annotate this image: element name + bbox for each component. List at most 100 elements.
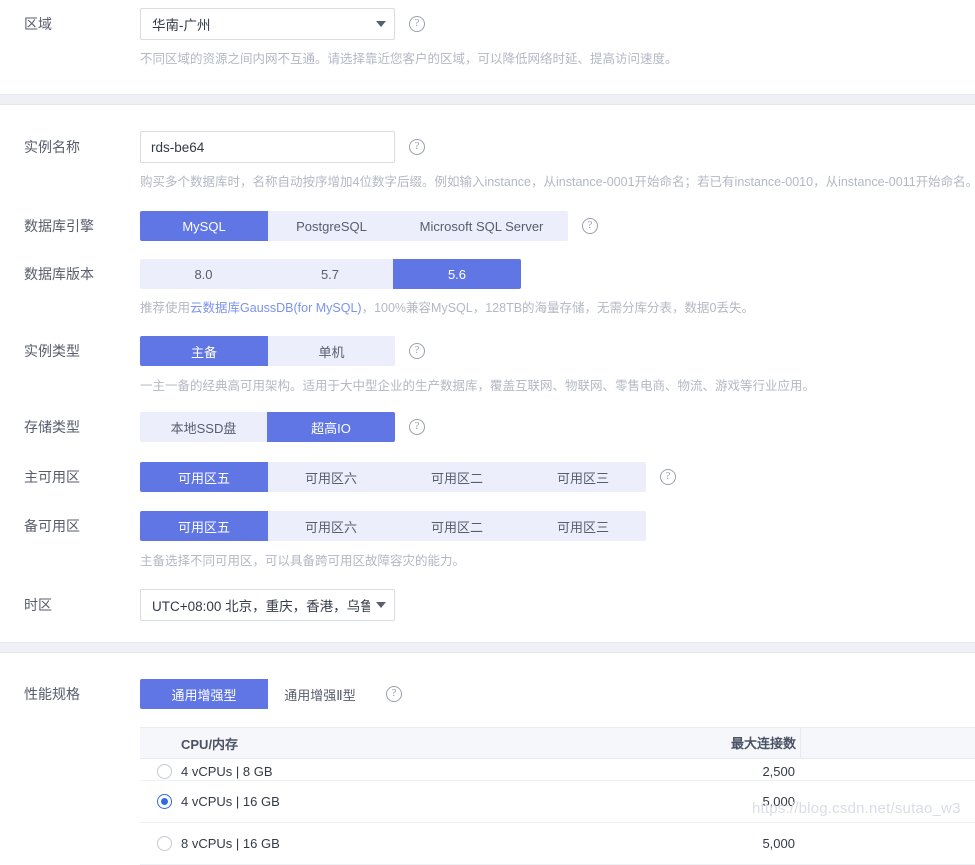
gaussdb-link[interactable]: 云数据库GaussDB(for MySQL) (190, 301, 362, 315)
instance-type-option-primary-standby[interactable]: 主备 (140, 336, 268, 366)
db-engine-option-postgresql[interactable]: PostgreSQL (268, 211, 395, 241)
storage-type-option-local-ssd[interactable]: 本地SSD盘 (140, 412, 267, 442)
db-engine-label: 数据库引擎 (24, 218, 94, 234)
spec-cpu-memory-text: 8 vCPUs | 16 GB (181, 836, 280, 851)
table-row[interactable]: 4 vCPUs | 8 GB 2,500 (140, 759, 975, 781)
spec-table-header: CPU/内存 最大连接数 (140, 728, 975, 759)
performance-option-general-enhanced[interactable]: 通用增强型 (140, 679, 268, 709)
db-version-hint: 推荐使用云数据库GaussDB(for MySQL)，100%兼容MySQL，1… (0, 300, 975, 316)
spec-cpu-memory-text: 4 vCPUs | 8 GB (181, 764, 273, 779)
instance-type-option-single[interactable]: 单机 (268, 336, 395, 366)
region-select[interactable]: 华南-广州 (140, 8, 395, 40)
section-divider-1 (0, 94, 975, 105)
performance-option-general-enhanced-2[interactable]: 通用增强Ⅱ型 (268, 679, 372, 709)
region-help-icon[interactable]: ? (409, 16, 425, 32)
timezone-label: 时区 (24, 597, 52, 613)
instance-type-row: 实例类型 主备 单机 ? (0, 335, 975, 367)
performance-row: 性能规格 通用增强型 通用增强Ⅱ型 ? (0, 678, 975, 710)
instance-name-help-icon[interactable]: ? (409, 139, 425, 155)
spec-cpu-memory-text: 4 vCPUs | 16 GB (181, 794, 280, 809)
spec-column-cpu-memory: CPU/内存 (181, 736, 239, 752)
instance-name-row: 实例名称 ? (0, 131, 975, 163)
region-label: 区域 (24, 16, 52, 32)
standby-az-option-5[interactable]: 可用区五 (140, 511, 268, 541)
primary-az-help-icon[interactable]: ? (660, 469, 676, 485)
db-version-hint-suffix: ，100%兼容MySQL，128TB的海量存储，无需分库分表，数据0丢失。 (361, 301, 755, 315)
performance-help-icon[interactable]: ? (386, 686, 402, 702)
spec-radio[interactable] (157, 836, 172, 851)
db-engine-help-icon[interactable]: ? (582, 218, 598, 234)
spec-cell-cpu-memory: 8 vCPUs | 16 GB (140, 836, 491, 851)
instance-type-help-icon[interactable]: ? (409, 343, 425, 359)
primary-az-label: 主可用区 (24, 469, 80, 485)
instance-name-field: ? (140, 131, 975, 163)
primary-az-row: 主可用区 可用区五 可用区六 可用区二 可用区三 ? (0, 461, 975, 493)
timezone-row: 时区 UTC+08:00 北京，重庆，香港，乌鲁... (0, 589, 975, 621)
table-row[interactable]: 8 vCPUs | 16 GB 5,000 (140, 823, 975, 865)
spec-cell-max-connections: 5,000 (762, 794, 795, 809)
instance-type-field: 主备 单机 ? (140, 335, 975, 367)
db-version-segmented-control: 8.0 5.7 5.6 (140, 259, 521, 289)
chevron-down-icon (376, 602, 386, 608)
instance-name-hint: 购买多个数据库时，名称自动按序增加4位数字后缀。例如输入instance，从in… (140, 175, 975, 189)
db-version-row: 数据库版本 8.0 5.7 5.6 (0, 258, 975, 290)
timezone-select[interactable]: UTC+08:00 北京，重庆，香港，乌鲁... (140, 589, 395, 621)
standby-az-field: 可用区五 可用区六 可用区二 可用区三 (140, 510, 975, 542)
instance-name-input[interactable] (140, 131, 395, 163)
spec-column-max-connections: 最大连接数 (491, 728, 801, 759)
storage-type-field: 本地SSD盘 超高IO ? (140, 411, 975, 443)
db-version-option-80[interactable]: 8.0 (140, 259, 267, 289)
standby-az-hint: 主备选择不同可用区，可以具备跨可用区故障容灾的能力。 (140, 554, 466, 568)
spec-cell-cpu-memory: 4 vCPUs | 16 GB (140, 794, 491, 809)
spec-table: CPU/内存 最大连接数 4 vCPUs | 8 GB 2,500 4 vCPU… (140, 727, 975, 865)
spec-radio[interactable] (157, 794, 172, 809)
region-hint: 不同区域的资源之间内网不互通。请选择靠近您客户的区域，可以降低网络时延、提高访问… (140, 52, 678, 66)
db-version-option-56[interactable]: 5.6 (393, 259, 521, 289)
region-row: 区域 华南-广州 ? (0, 8, 975, 40)
spec-radio[interactable] (157, 764, 172, 779)
storage-type-option-ultra-high-io[interactable]: 超高IO (267, 412, 395, 442)
timezone-field: UTC+08:00 北京，重庆，香港，乌鲁... (140, 589, 975, 621)
timezone-select-value: UTC+08:00 北京，重庆，香港，乌鲁... (152, 599, 370, 614)
primary-az-option-2[interactable]: 可用区二 (394, 462, 520, 492)
instance-type-segmented-control: 主备 单机 (140, 336, 395, 366)
primary-az-segmented-control: 可用区五 可用区六 可用区二 可用区三 (140, 462, 646, 492)
storage-type-row: 存储类型 本地SSD盘 超高IO ? (0, 411, 975, 443)
primary-az-option-6[interactable]: 可用区六 (268, 462, 394, 492)
db-version-hint-prefix: 推荐使用 (140, 301, 191, 315)
db-version-field: 8.0 5.7 5.6 (140, 258, 975, 290)
standby-az-option-2[interactable]: 可用区二 (394, 511, 520, 541)
db-engine-segmented-control: MySQL PostgreSQL Microsoft SQL Server (140, 211, 568, 241)
performance-segmented-control: 通用增强型 通用增强Ⅱ型 (140, 679, 372, 709)
storage-type-segmented-control: 本地SSD盘 超高IO (140, 412, 395, 442)
instance-type-label: 实例类型 (24, 343, 80, 359)
spec-cell-cpu-memory: 4 vCPUs | 8 GB (140, 764, 491, 779)
storage-type-label: 存储类型 (24, 419, 80, 435)
standby-az-segmented-control: 可用区五 可用区六 可用区二 可用区三 (140, 511, 646, 541)
chevron-down-icon (376, 21, 386, 27)
standby-az-option-6[interactable]: 可用区六 (268, 511, 394, 541)
standby-az-option-3[interactable]: 可用区三 (520, 511, 646, 541)
storage-type-help-icon[interactable]: ? (409, 419, 425, 435)
table-row[interactable]: 4 vCPUs | 16 GB 5,000 (140, 781, 975, 823)
db-version-label: 数据库版本 (24, 266, 94, 282)
primary-az-option-5[interactable]: 可用区五 (140, 462, 268, 492)
primary-az-option-3[interactable]: 可用区三 (520, 462, 646, 492)
performance-label: 性能规格 (24, 686, 80, 702)
db-engine-option-sqlserver[interactable]: Microsoft SQL Server (395, 211, 568, 241)
region-field: 华南-广州 ? (140, 8, 975, 40)
db-engine-field: MySQL PostgreSQL Microsoft SQL Server ? (140, 210, 975, 242)
db-engine-option-mysql[interactable]: MySQL (140, 211, 268, 241)
section-divider-2 (0, 642, 975, 653)
spec-cell-max-connections: 2,500 (762, 764, 795, 779)
db-version-option-57[interactable]: 5.7 (267, 259, 393, 289)
standby-az-row: 备可用区 可用区五 可用区六 可用区二 可用区三 (0, 510, 975, 542)
instance-name-label: 实例名称 (24, 139, 80, 155)
performance-field: 通用增强型 通用增强Ⅱ型 ? (140, 678, 975, 710)
primary-az-field: 可用区五 可用区六 可用区二 可用区三 ? (140, 461, 975, 493)
instance-type-hint: 一主一备的经典高可用架构。适用于大中型企业的生产数据库，覆盖互联网、物联网、零售… (140, 379, 816, 393)
db-engine-row: 数据库引擎 MySQL PostgreSQL Microsoft SQL Ser… (0, 210, 975, 242)
standby-az-label: 备可用区 (24, 518, 80, 534)
region-select-value: 华南-广州 (152, 18, 211, 33)
spec-cell-max-connections: 5,000 (762, 836, 795, 851)
